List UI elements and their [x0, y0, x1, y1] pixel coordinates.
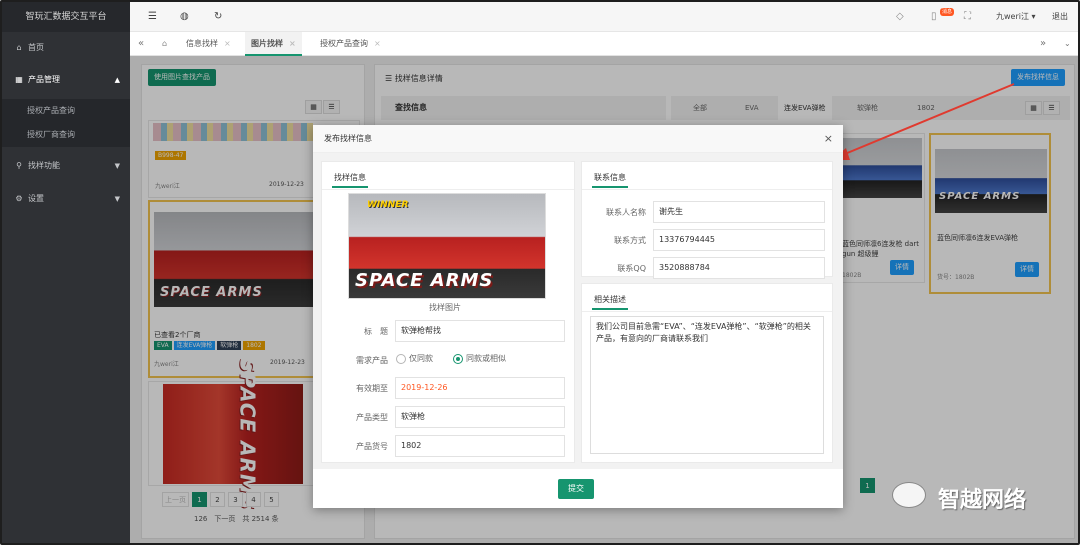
section-title: 联系信息 — [592, 168, 628, 188]
user-name: 九weri江 — [996, 12, 1029, 21]
home-icon: ⌂ — [16, 43, 22, 52]
chevron-down-icon: ▼ — [114, 162, 120, 170]
submit-button[interactable]: 提交 — [558, 479, 594, 499]
refresh-icon[interactable]: ↻ — [214, 2, 222, 32]
radio-same-only[interactable]: 仅同款 — [396, 353, 433, 364]
user-menu[interactable]: 九weri江 ▾ — [996, 2, 1036, 32]
wechat-icon — [892, 482, 926, 508]
fullscreen-icon[interactable]: ⛶ — [964, 2, 971, 32]
contact-name-input[interactable]: 谢先生 — [653, 201, 825, 223]
radio-selected-icon[interactable] — [453, 353, 463, 364]
sidebar-item-label: 设置 — [28, 194, 44, 203]
radio-label: 仅同款 — [409, 354, 433, 363]
sidebar-item-label: 找样功能 — [28, 161, 60, 170]
section-divider — [582, 189, 832, 190]
section-divider — [322, 189, 574, 190]
sidebar-item-product-mgmt[interactable]: ▦ 产品管理 ▲ — [2, 65, 130, 95]
app-title: 智玩汇数据交互平台 — [2, 2, 130, 32]
sidebar-subitem-auth-vendors[interactable]: 授权厂商查询 — [2, 123, 130, 147]
grid-icon: ▦ — [15, 75, 23, 84]
sidebar-item-find-sample[interactable]: ⚲ 找样功能 ▼ — [2, 151, 130, 181]
contact-qq-input[interactable]: 3520888784 — [653, 257, 825, 279]
section-divider — [582, 311, 832, 312]
field-label: 有效期至 — [356, 384, 388, 393]
gear-icon: ⚙ — [15, 194, 23, 203]
radio-same-or-similar[interactable]: 同款或相似 — [453, 353, 506, 364]
valid-date-input[interactable]: 2019-12-26 — [395, 377, 565, 399]
search-image[interactable]: WINNER SPACE ARMS — [348, 193, 546, 299]
sidebar: 智玩汇数据交互平台 ⌂ 首页 ▦ 产品管理 ▲ 授权产品查询 授权厂商查询 ⚲ 找样功… — [2, 2, 130, 543]
tag-icon[interactable]: ◇ — [896, 2, 904, 32]
tab-scroll-right-icon[interactable]: » — [1040, 32, 1046, 56]
product-type-input[interactable]: 软弹枪 — [395, 406, 565, 428]
dialog-body: 找样信息 WINNER SPACE ARMS 找样图片 标 题 软弹枪帮找 需求… — [313, 153, 843, 469]
field-label: 标 题 — [364, 327, 388, 336]
annotation-arrow — [832, 83, 1015, 160]
tab-image-search[interactable]: 图片找样 × — [245, 32, 302, 56]
radio-label: 同款或相似 — [466, 354, 506, 363]
contact-phone-input[interactable]: 13376794445 — [653, 229, 825, 251]
title-input[interactable]: 软弹枪帮找 — [395, 320, 565, 342]
close-icon[interactable]: × — [374, 39, 381, 48]
notification-badge: 消息 — [940, 8, 955, 16]
product-sku-input[interactable]: 1802 — [395, 435, 565, 457]
toy-logo-text: SPACE ARMS — [355, 270, 494, 291]
tab-label: 图片找样 — [251, 39, 283, 48]
chevron-up-icon: ▲ — [114, 76, 120, 84]
notification-icon[interactable]: ▯ — [931, 2, 937, 32]
tab-label: 授权产品查询 — [320, 39, 368, 48]
sidebar-item-home[interactable]: ⌂ 首页 — [2, 33, 130, 63]
dialog-title: 发布找样信息 — [324, 134, 372, 143]
field-label: 需求产品 — [356, 356, 388, 365]
dialog-header: 发布找样信息 — [313, 125, 843, 153]
search-info-section: 找样信息 WINNER SPACE ARMS 找样图片 标 题 软弹枪帮找 需求… — [321, 161, 575, 463]
sidebar-subitem-auth-products[interactable]: 授权产品查询 — [2, 99, 130, 123]
chevron-down-icon: ▼ — [114, 195, 120, 203]
tab-info-search[interactable]: 信息找样 × — [186, 32, 231, 56]
tab-label: 信息找样 — [186, 39, 218, 48]
close-icon[interactable]: × — [824, 125, 833, 153]
tab-scroll-left-icon[interactable]: « — [138, 32, 144, 56]
logout-link[interactable]: 退出 — [1052, 2, 1068, 32]
close-icon[interactable]: × — [289, 39, 296, 48]
radio-icon[interactable] — [396, 353, 406, 364]
contact-info-section: 联系信息 联系人名称 谢先生 联系方式 13376794445 联系QQ 352… — [581, 161, 833, 279]
toy-brand-text: WINNER — [367, 200, 409, 210]
publish-search-dialog: 发布找样信息 × 找样信息 WINNER SPACE ARMS 找样图片 标 题… — [313, 125, 843, 508]
description-textarea[interactable]: 我们公司目前急需“EVA”、“连发EVA弹枪”、“软弹枪”的相关产品，有意向的厂… — [590, 316, 824, 454]
field-label: 产品类型 — [356, 413, 388, 422]
description-section: 相关描述 我们公司目前急需“EVA”、“连发EVA弹枪”、“软弹枪”的相关产品，… — [581, 283, 833, 463]
section-title: 找样信息 — [332, 168, 368, 188]
field-label: 联系人名称 — [606, 208, 646, 217]
sidebar-item-label: 产品管理 — [28, 75, 60, 84]
section-title: 相关描述 — [592, 290, 628, 310]
close-icon[interactable]: × — [224, 39, 231, 48]
dialog-footer: 提交 — [313, 469, 843, 508]
watermark-text: 智越网络 — [938, 488, 1027, 513]
sidebar-item-settings[interactable]: ⚙ 设置 ▼ — [2, 184, 130, 214]
menu-toggle-icon[interactable]: ☰ — [148, 2, 157, 32]
tab-auth-products[interactable]: 授权产品查询 × — [320, 32, 381, 56]
tab-bar: « ⌂ 信息找样 × 图片找样 × 授权产品查询 × » ⌄ — [130, 32, 1078, 56]
search-icon: ⚲ — [16, 161, 22, 170]
chevron-down-icon[interactable]: ⌄ — [1064, 32, 1071, 56]
image-caption: 找样图片 — [429, 303, 461, 312]
field-label: 联系方式 — [614, 236, 646, 245]
top-bar: ☰ ◍ ↻ ◇ ▯ 消息 ⛶ 九weri江 ▾ 退出 — [130, 2, 1078, 32]
tab-home-icon[interactable]: ⌂ — [162, 32, 167, 56]
field-label: 联系QQ — [617, 264, 646, 273]
field-label: 产品货号 — [356, 442, 388, 451]
globe-icon[interactable]: ◍ — [180, 2, 189, 32]
arrow-line — [839, 83, 1015, 157]
sidebar-item-label: 首页 — [28, 43, 44, 52]
